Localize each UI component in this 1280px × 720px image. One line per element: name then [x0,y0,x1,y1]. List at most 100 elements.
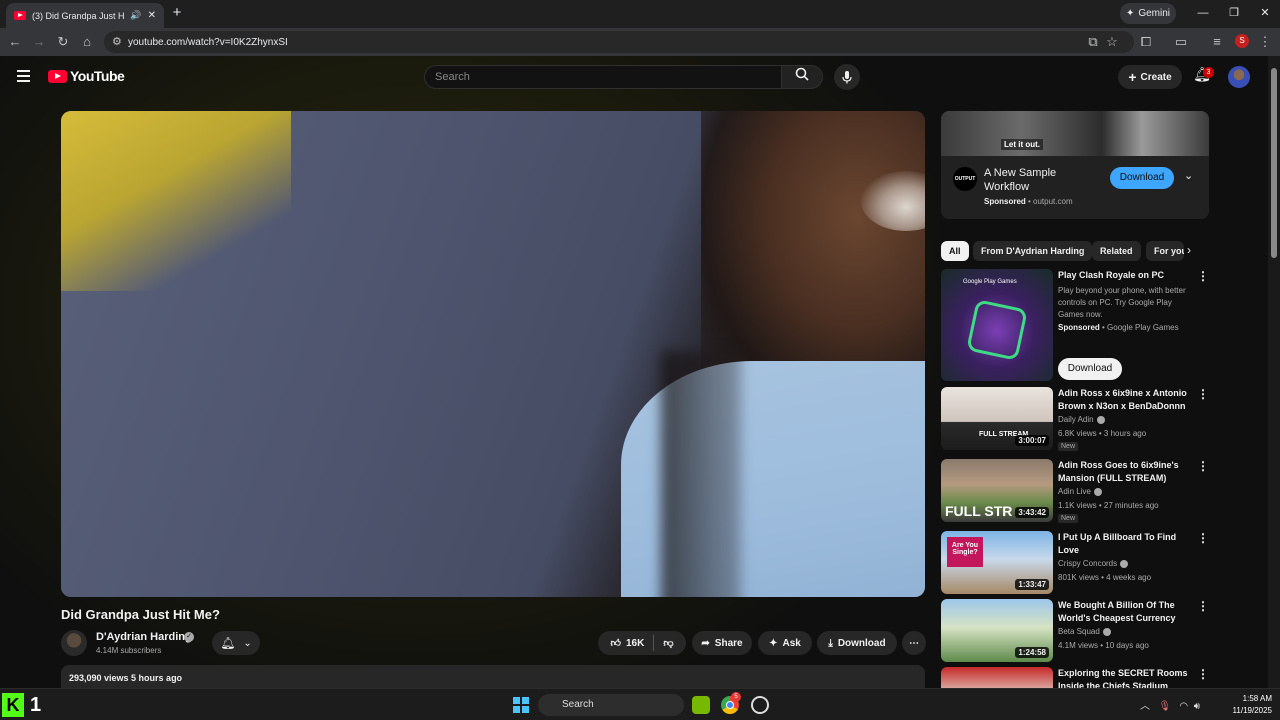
recommendation-item[interactable]: FULL STREAM 3:00:07 Adin Ross x 6ix9ine … [941,387,1209,453]
recommendation-item[interactable]: FULL STR 3:43:42 Adin Ross Goes to 6ix9i… [941,459,1209,525]
wifi-icon[interactable]: ◠ [1179,701,1188,712]
recorder-app-icon[interactable] [751,696,769,714]
rec-channel[interactable]: Daily Adin [1058,415,1105,424]
rec-title[interactable]: Exploring the SECRET Rooms Inside the Ch… [1058,667,1192,688]
search-input[interactable]: Search [424,65,782,89]
gemini-button[interactable]: ✦ Gemini [1120,3,1176,24]
rec-title[interactable]: Play Clash Royale on PC [1058,269,1192,282]
download-button[interactable]: ⤓ Download [817,631,897,655]
sponsored-thumbnail[interactable]: Google Play Games [941,269,1053,381]
ask-label: Ask [782,637,801,649]
search-button[interactable] [781,65,823,89]
kebab-menu-icon[interactable]: ⋮ [1197,599,1209,613]
ad-meta: Sponsored • output.com [984,197,1073,206]
share-button[interactable]: ➦ Share [692,631,752,655]
video-thumbnail[interactable]: FULL STREAM 3:00:07 [941,387,1053,450]
ad-banner-image[interactable] [941,111,1209,156]
chip-all[interactable]: All [941,241,969,261]
more-actions-icon[interactable]: ⋯ [902,631,926,655]
kebab-menu-icon[interactable]: ⋮ [1197,531,1209,545]
volume-icon[interactable]: 🔊︎ [1194,701,1200,712]
taskbar-clock[interactable]: 1:58 AM 11/19/2025 [1216,693,1272,717]
address-bar[interactable]: ⚙ youtube.com/watch?v=I0K2ZhynxSI [104,31,1134,53]
page-scrollbar[interactable] [1268,56,1280,688]
video-player[interactable] [61,111,925,597]
restore-button[interactable]: ❐ [1219,4,1249,22]
rec-title[interactable]: We Bought A Billion Of The World's Cheap… [1058,599,1192,625]
recommendation-item[interactable]: 1:24:58 We Bought A Billion Of The World… [941,599,1209,662]
ad-download-button[interactable]: Download [1110,167,1174,189]
chevron-down-icon[interactable]: ⌄ [1184,169,1193,182]
channel-name[interactable]: D'Aydrian Harding [96,631,192,643]
back-arrow-icon[interactable]: ← [6,33,24,51]
forward-arrow-icon[interactable]: → [30,33,48,51]
channel-avatar[interactable] [61,630,87,656]
chip-for-you[interactable]: For you [1146,241,1184,261]
video-thumbnail[interactable]: 1:24:58 [941,599,1053,662]
video-thumbnail[interactable]: Are You Single? 1:33:47 [941,531,1053,594]
thumbs-down-icon[interactable]: 👎︎ [663,637,673,649]
home-icon[interactable]: ⌂ [78,33,96,51]
video-thumbnail[interactable]: FULL STR 3:43:42 [941,459,1053,522]
kebab-menu-icon[interactable]: ⋮ [1197,387,1209,401]
scrollbar-thumb[interactable] [1271,68,1277,258]
kebab-menu-icon[interactable]: ⋮ [1197,459,1209,473]
kick-widget[interactable]: K 1 [2,691,50,719]
cast-icon[interactable]: ⧉ [1084,33,1102,51]
chrome-app-icon[interactable]: 5 [721,692,741,714]
ask-button[interactable]: ✦ Ask [758,631,812,655]
system-tray[interactable]: ︿ 🎙︎ ◠ 🔊︎ [1140,697,1200,712]
rec-download-button[interactable]: Download [1058,358,1122,380]
voice-search-button[interactable] [834,64,860,90]
microphone-icon[interactable]: 🎙︎ [1158,701,1171,712]
close-window-button[interactable]: ✕ [1250,4,1280,22]
rec-title[interactable]: Adin Ross x 6ix9ine x Antonio Brown x N3… [1058,387,1192,413]
chevron-up-icon[interactable]: ︿ [1140,701,1150,712]
tab-close-icon[interactable]: ✕ [148,10,156,21]
chevron-right-icon[interactable]: › [1187,243,1191,257]
media-controls-icon[interactable]: ≡ [1208,33,1226,51]
extensions-icon[interactable]: ⧠ [1137,33,1155,51]
side-panel-icon[interactable]: ▭ [1172,33,1190,51]
bookmark-star-icon[interactable]: ☆ [1103,33,1121,51]
youtube-logo[interactable]: YouTube [48,68,125,84]
youtube-favicon-icon [14,11,26,20]
verified-check-icon [1120,559,1129,568]
chip-related[interactable]: Related [1092,241,1141,261]
account-avatar[interactable] [1228,66,1250,88]
sponsored-ad-card[interactable]: Let it out. OUTPUT A New Sample Workflow… [941,111,1209,219]
rec-channel[interactable]: Crispy Concords [1058,559,1129,568]
rec-title[interactable]: I Put Up A Billboard To Find Love [1058,531,1192,557]
reload-icon[interactable]: ↻ [54,33,72,51]
rec-title[interactable]: Adin Ross Goes to 6ix9ine's Mansion (FUL… [1058,459,1192,485]
new-tab-button[interactable]: + [168,4,186,22]
rec-channel[interactable]: Beta Squad [1058,627,1111,636]
recommendation-item[interactable]: Are You Single? 1:33:47 I Put Up A Billb… [941,531,1209,594]
like-count[interactable]: 16K [626,638,644,649]
profile-avatar[interactable]: S [1235,34,1249,48]
browser-tab[interactable]: (3) Did Grandpa Just Hit Me 🔊 ✕ [6,3,164,28]
kebab-menu-icon[interactable]: ⋮ [1197,269,1209,283]
ad-title[interactable]: A New Sample Workflow [984,166,1094,194]
thumbs-up-icon[interactable]: 👍︎ [611,637,621,649]
chip-from-channel[interactable]: From D'Aydrian Harding [973,241,1093,261]
browser-menu-icon[interactable]: ⋮ [1256,33,1274,51]
sponsored-recommendation[interactable]: Google Play Games Play Clash Royale on P… [941,269,1209,381]
nvidia-app-icon[interactable] [692,696,710,714]
kebab-menu-icon[interactable]: ⋮ [1197,667,1209,681]
description-box[interactable]: 293,090 views 5 hours ago [61,665,925,688]
recommendation-item[interactable]: Exploring the SECRET Rooms Inside the Ch… [941,667,1209,688]
taskbar-search[interactable]: Search [538,694,684,716]
duration-badge: 1:24:58 [1015,647,1049,658]
speaker-icon[interactable]: 🔊 [130,10,141,21]
minimize-button[interactable]: — [1188,4,1218,22]
create-button[interactable]: + Create [1118,65,1182,89]
site-info-icon[interactable]: ⚙ [112,35,122,48]
hamburger-menu-icon[interactable] [14,67,34,87]
rec-channel[interactable]: Adin Live [1058,487,1102,496]
windows-start-icon[interactable] [513,697,529,713]
new-badge: New [1058,442,1079,451]
thumb-text: Are You Single? [947,537,983,567]
subscription-notification-button[interactable]: 🔔︎ ⌄ [212,631,260,655]
video-thumbnail[interactable] [941,667,1053,688]
